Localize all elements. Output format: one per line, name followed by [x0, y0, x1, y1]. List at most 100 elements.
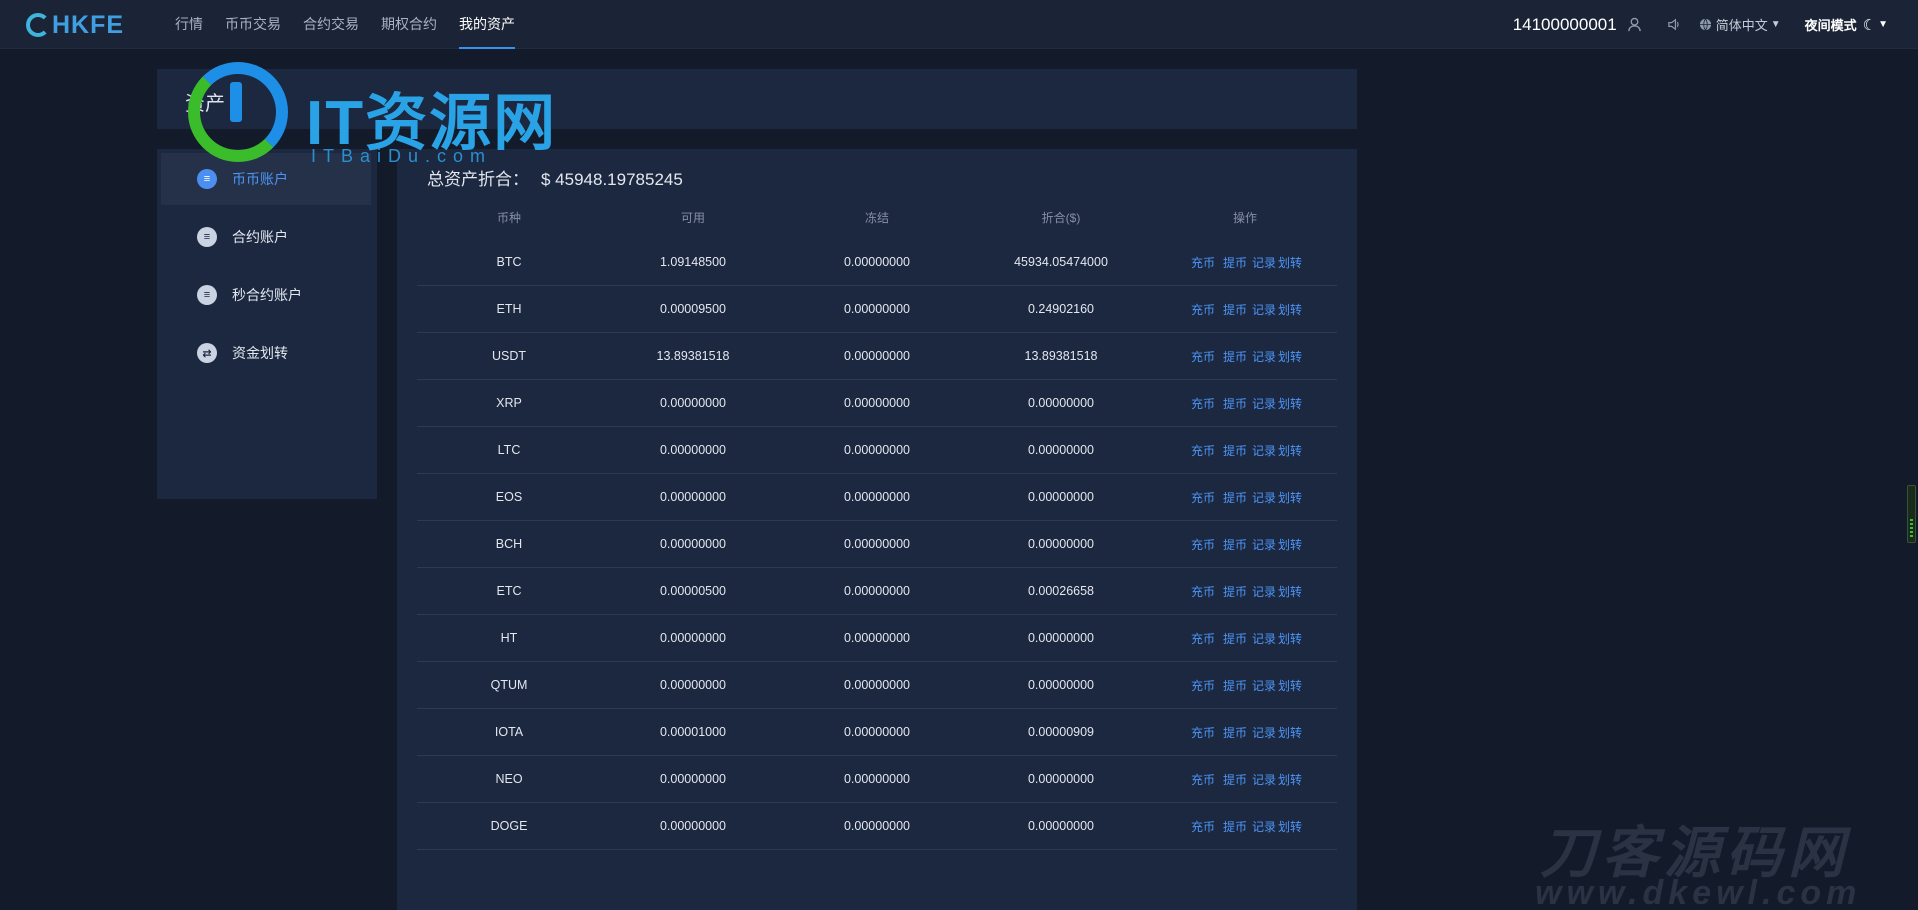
- sidebar-item-label: 合约账户: [232, 229, 288, 245]
- cell-actions: 充币 提币 记录 划转: [1153, 301, 1337, 318]
- deposit-link[interactable]: 充币: [1191, 724, 1215, 741]
- nav-item-my-assets[interactable]: 我的资产: [459, 0, 515, 49]
- column-header-actions: 操作: [1232, 210, 1257, 225]
- sidebar-item-label: 资金划转: [232, 345, 288, 361]
- dkewl-watermark-subtitle: www.dkewl.com: [1535, 874, 1862, 910]
- cell-frozen: 0.00000000: [843, 678, 911, 692]
- deposit-link[interactable]: 充币: [1191, 395, 1215, 412]
- cell-frozen: 0.00000000: [843, 255, 911, 269]
- records-link[interactable]: 记录: [1252, 348, 1276, 365]
- user-id[interactable]: 14100000001: [1513, 15, 1617, 35]
- withdraw-link[interactable]: 提币: [1223, 536, 1247, 553]
- records-link[interactable]: 记录: [1252, 724, 1276, 741]
- cell-usd-value: 0.00000000: [1027, 819, 1095, 833]
- withdraw-link[interactable]: 提币: [1223, 630, 1247, 647]
- withdraw-link[interactable]: 提币: [1223, 677, 1247, 694]
- withdraw-link[interactable]: 提币: [1223, 583, 1247, 600]
- deposit-link[interactable]: 充币: [1191, 677, 1215, 694]
- night-mode-caret-icon[interactable]: ▼: [1878, 19, 1888, 30]
- nav-item-spot-trading[interactable]: 币币交易: [225, 0, 281, 49]
- deposit-link[interactable]: 充币: [1191, 254, 1215, 271]
- transfer-link[interactable]: 划转: [1278, 489, 1302, 506]
- deposit-link[interactable]: 充币: [1191, 301, 1215, 318]
- transfer-link[interactable]: 划转: [1278, 818, 1302, 835]
- cell-frozen: 0.00000000: [843, 725, 911, 739]
- header-right: 14100000001 简体中文 ▼ 夜间模式 ☾ ▼: [1513, 0, 1888, 49]
- cell-frozen: 0.00000000: [843, 396, 911, 410]
- records-link[interactable]: 记录: [1252, 301, 1276, 318]
- deposit-link[interactable]: 充币: [1191, 348, 1215, 365]
- cell-frozen: 0.00000000: [843, 537, 911, 551]
- records-link[interactable]: 记录: [1252, 395, 1276, 412]
- speaker-icon[interactable]: [1667, 17, 1683, 33]
- withdraw-link[interactable]: 提币: [1223, 395, 1247, 412]
- cell-usd-value: 0.00000000: [1027, 772, 1095, 786]
- cell-currency: HT: [500, 631, 518, 645]
- records-link[interactable]: 记录: [1252, 254, 1276, 271]
- transfer-link[interactable]: 划转: [1278, 677, 1302, 694]
- transfer-link[interactable]: 划转: [1278, 536, 1302, 553]
- column-header-frozen: 冻结: [864, 210, 889, 225]
- cell-available: 0.00000000: [659, 772, 727, 786]
- night-mode-label[interactable]: 夜间模式: [1805, 15, 1857, 34]
- table-header: 币种 可用 冻结 折合($) 操作: [417, 205, 1337, 229]
- transfer-link[interactable]: 划转: [1278, 583, 1302, 600]
- sidebar-item-second-contract-account[interactable]: ≡ 秒合约账户: [161, 269, 371, 321]
- table-row: QTUM 0.00000000 0.00000000 0.00000000 充币 提币 记录…: [417, 662, 1337, 709]
- cell-frozen: 0.00000000: [843, 631, 911, 645]
- records-link[interactable]: 记录: [1252, 583, 1276, 600]
- withdraw-link[interactable]: 提币: [1223, 489, 1247, 506]
- withdraw-link[interactable]: 提币: [1223, 301, 1247, 318]
- deposit-link[interactable]: 充币: [1191, 630, 1215, 647]
- deposit-link[interactable]: 充币: [1191, 771, 1215, 788]
- table-row: LTC 0.00000000 0.00000000 0.00000000 充币 提币 记录划…: [417, 427, 1337, 474]
- transfer-link[interactable]: 划转: [1278, 395, 1302, 412]
- deposit-link[interactable]: 充币: [1191, 489, 1215, 506]
- withdraw-link[interactable]: 提币: [1223, 818, 1247, 835]
- language-selector[interactable]: 简体中文: [1716, 15, 1768, 34]
- transfer-icon: ⇄: [197, 343, 217, 363]
- nav-item-options[interactable]: 期权合约: [381, 0, 437, 49]
- cell-frozen: 0.00000000: [843, 443, 911, 457]
- logo-mark-icon: [26, 13, 50, 37]
- withdraw-link[interactable]: 提币: [1223, 442, 1247, 459]
- records-link[interactable]: 记录: [1252, 771, 1276, 788]
- nav-item-market[interactable]: 行情: [175, 0, 203, 49]
- records-link[interactable]: 记录: [1252, 536, 1276, 553]
- withdraw-link[interactable]: 提币: [1223, 771, 1247, 788]
- transfer-link[interactable]: 划转: [1278, 724, 1302, 741]
- records-link[interactable]: 记录: [1252, 630, 1276, 647]
- transfer-link[interactable]: 划转: [1278, 254, 1302, 271]
- cell-available: 0.00009500: [659, 302, 727, 316]
- records-link[interactable]: 记录: [1252, 818, 1276, 835]
- sidebar-item-fund-transfer[interactable]: ⇄ 资金划转: [161, 327, 371, 379]
- deposit-link[interactable]: 充币: [1191, 583, 1215, 600]
- globe-icon[interactable]: [1699, 18, 1713, 32]
- language-caret-icon[interactable]: ▼: [1771, 19, 1781, 30]
- transfer-link[interactable]: 划转: [1278, 771, 1302, 788]
- records-link[interactable]: 记录: [1252, 489, 1276, 506]
- cell-usd-value: 0.00026658: [1027, 584, 1095, 598]
- cell-available: 0.00001000: [659, 725, 727, 739]
- transfer-link[interactable]: 划转: [1278, 630, 1302, 647]
- nav-item-contract-trading[interactable]: 合约交易: [303, 0, 359, 49]
- transfer-link[interactable]: 划转: [1278, 301, 1302, 318]
- cell-available: 13.89381518: [656, 349, 730, 363]
- transfer-link[interactable]: 划转: [1278, 442, 1302, 459]
- deposit-link[interactable]: 充币: [1191, 536, 1215, 553]
- wallet-icon: ≡: [197, 227, 217, 247]
- withdraw-link[interactable]: 提币: [1223, 724, 1247, 741]
- scroll-indicator[interactable]: [1907, 485, 1916, 543]
- transfer-link[interactable]: 划转: [1278, 348, 1302, 365]
- cell-currency: XRP: [496, 396, 522, 410]
- user-icon[interactable]: [1627, 17, 1643, 33]
- records-link[interactable]: 记录: [1252, 677, 1276, 694]
- records-link[interactable]: 记录: [1252, 442, 1276, 459]
- deposit-link[interactable]: 充币: [1191, 818, 1215, 835]
- deposit-link[interactable]: 充币: [1191, 442, 1215, 459]
- withdraw-link[interactable]: 提币: [1223, 254, 1247, 271]
- sidebar-item-contract-account[interactable]: ≡ 合约账户: [161, 211, 371, 263]
- moon-icon[interactable]: ☾: [1863, 16, 1876, 34]
- brand-logo[interactable]: HKFE: [26, 11, 124, 39]
- withdraw-link[interactable]: 提币: [1223, 348, 1247, 365]
